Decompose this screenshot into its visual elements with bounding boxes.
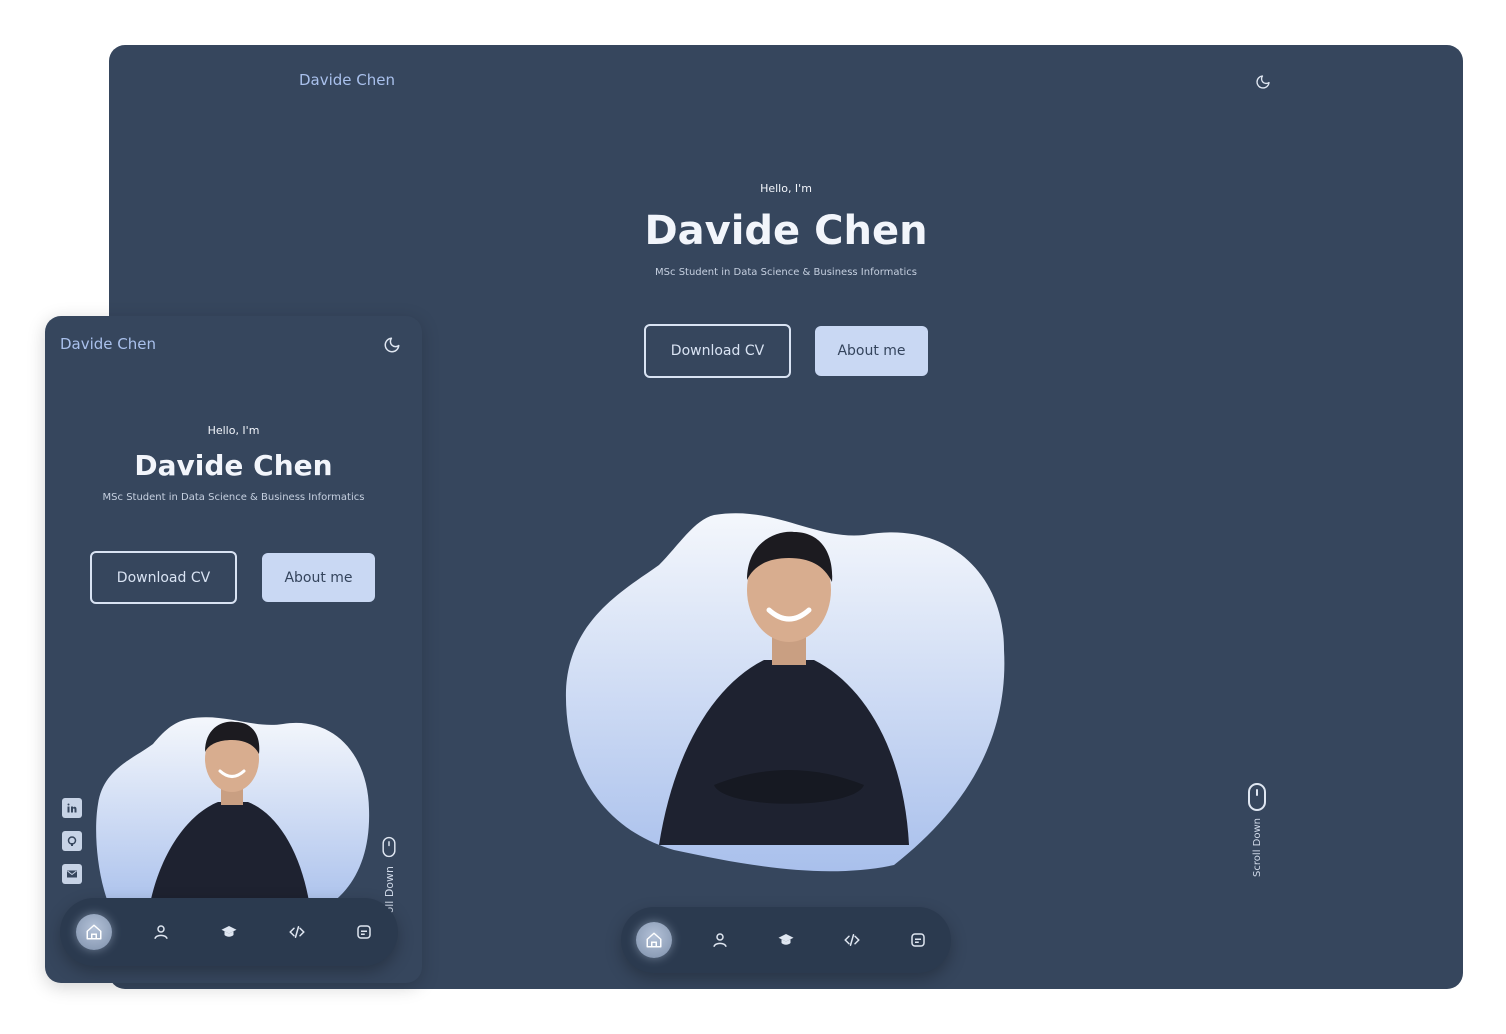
hero-subtitle: MSc Student in Data Science & Business I… — [102, 492, 365, 503]
greeting-text: Hello, I'm — [207, 424, 260, 437]
home-icon — [86, 924, 102, 940]
message-icon — [911, 933, 925, 947]
code-icon — [844, 934, 860, 946]
nav-about[interactable] — [143, 914, 179, 950]
nav-contact[interactable] — [346, 914, 382, 950]
social-links — [62, 798, 82, 897]
moon-icon — [1256, 75, 1270, 89]
scroll-down-link[interactable]: Scroll Down — [1246, 782, 1268, 877]
nav-about[interactable] — [702, 922, 738, 958]
hero-name: Davide Chen — [644, 208, 928, 254]
code-icon — [288, 926, 305, 938]
github-icon — [67, 836, 77, 846]
nav-education[interactable] — [211, 914, 247, 950]
nav-home[interactable] — [636, 922, 672, 958]
email-link[interactable] — [62, 864, 82, 884]
user-icon — [713, 933, 727, 948]
nav-home[interactable] — [75, 914, 112, 950]
nav-projects[interactable] — [279, 914, 315, 950]
mouse-icon — [1248, 783, 1266, 811]
moon-icon — [384, 337, 400, 353]
hero-subtitle: MSc Student in Data Science & Business I… — [655, 267, 917, 278]
brand-logo[interactable]: Davide Chen — [299, 71, 395, 89]
greeting-text: Hello, I'm — [760, 182, 812, 195]
graduation-cap-icon — [778, 934, 794, 945]
linkedin-link[interactable] — [62, 798, 82, 818]
home-icon — [646, 932, 662, 948]
nav-contact[interactable] — [900, 922, 936, 958]
profile-photo — [565, 513, 1005, 872]
bottom-nav-dock — [60, 898, 398, 966]
profile-photo — [96, 717, 370, 914]
hero-name: Davide Chen — [134, 449, 333, 482]
brand-logo[interactable]: Davide Chen — [60, 335, 156, 353]
nav-projects[interactable] — [834, 922, 870, 958]
bottom-nav-dock — [621, 907, 951, 973]
mail-icon — [67, 870, 77, 878]
theme-toggle-button[interactable] — [1252, 71, 1274, 93]
nav-education[interactable] — [768, 922, 804, 958]
download-cv-button[interactable]: Download CV — [90, 551, 237, 604]
theme-toggle-button[interactable] — [380, 333, 404, 357]
about-me-button[interactable]: About me — [262, 553, 375, 602]
linkedin-icon — [67, 803, 77, 813]
download-cv-button[interactable]: Download CV — [644, 324, 791, 378]
tablet-viewport: Davide Chen Hello, I'm Davide Chen MSc S… — [45, 316, 422, 983]
message-icon — [357, 925, 371, 939]
graduation-cap-icon — [221, 926, 237, 937]
scroll-down-label: Scroll Down — [1251, 818, 1263, 877]
mouse-icon — [382, 836, 396, 858]
user-icon — [154, 925, 169, 940]
github-link[interactable] — [62, 831, 82, 851]
about-me-button[interactable]: About me — [815, 326, 928, 376]
